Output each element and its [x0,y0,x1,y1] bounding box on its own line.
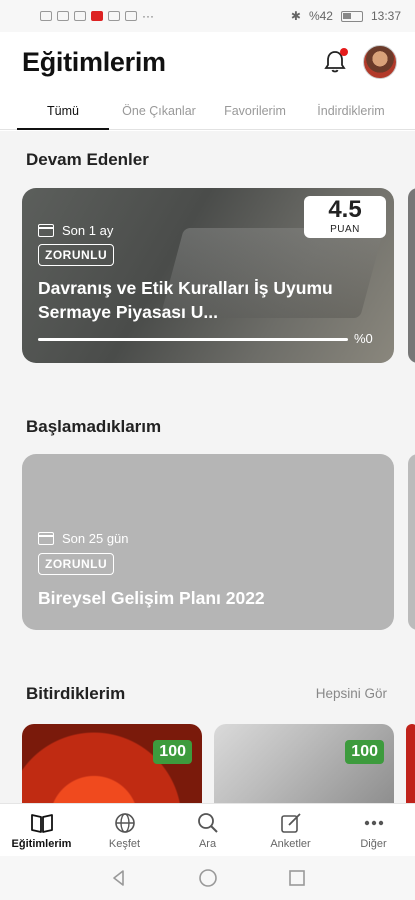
course-title: Davranış ve Etik Kuralları İş Uyumu Serm… [38,278,333,322]
section-title-in-progress: Devam Edenler [26,150,149,169]
edit-icon [280,812,301,833]
finished-course-card-peek[interactable] [406,724,415,804]
progress-bar [38,338,348,341]
app-notification-icon [91,11,103,21]
nav-more[interactable]: Diğer [332,804,415,856]
rating-label: PUAN [330,224,360,235]
battery-percent: %42 [308,9,333,23]
score-badge: 100 [153,740,192,764]
more-notifications-icon: ··· [142,9,154,23]
nav-discover[interactable]: Keşfet [83,804,166,856]
notification-dot [340,48,348,56]
course-card-not-started[interactable]: Son 25 gün ZORUNLU Bireysel Gelişim Plan… [22,454,394,630]
page-title: Eğitimlerim [22,46,166,77]
header-actions [321,45,397,79]
finished-course-card[interactable]: 100 [22,724,202,804]
back-icon[interactable] [110,869,128,887]
app-header: Eğitimlerim [0,32,415,92]
course-time: Son 25 gün [38,531,129,546]
search-icon [197,812,218,833]
nav-label: Ara [198,837,217,850]
finished-course-card[interactable]: 100 [214,724,394,804]
message-icon [74,11,86,21]
system-nav-bar [0,856,415,900]
more-icon [364,820,383,825]
course-time-label: Son 1 ay [62,223,114,238]
tab-downloads[interactable]: İndirdiklerim [301,92,401,129]
nav-label: Diğer [360,837,387,850]
nav-my-trainings[interactable]: Eğitimlerim [0,804,83,856]
calendar-icon [38,224,54,237]
required-badge: ZORUNLU [38,553,115,575]
score-badge: 100 [345,740,384,764]
rating-box: 4.5 PUAN [304,196,386,238]
nav-search[interactable]: Ara [166,804,249,856]
course-time: Son 1 ay [38,223,113,238]
rating-value: 4.5 [328,196,362,223]
nav-label: Keşfet [108,837,141,850]
section-title-not-started: Başlamadıklarım [26,417,162,436]
course-card-in-progress[interactable]: Son 1 ay ZORUNLU Davranış ve Etik Kurall… [22,188,394,363]
nav-label: Eğitimlerim [11,837,72,850]
tab-all[interactable]: Tümü [17,92,109,130]
tab-favorites[interactable]: Favorilerim [209,92,301,129]
nav-surveys[interactable]: Anketler [249,804,332,856]
next-card-peek[interactable] [408,454,415,630]
see-all-link[interactable]: Hepsini Gör [316,686,387,701]
battery-icon [340,10,363,22]
course-title: Bireysel Gelişim Planı 2022 [38,588,265,608]
gallery-icon [125,11,137,21]
status-icons-left: ··· [40,9,154,23]
avatar[interactable] [363,45,397,79]
status-bar: ··· ✱ %42 13:37 [0,0,415,32]
progress-text: %0 [354,331,373,346]
sim-icon [40,11,52,21]
recents-icon[interactable] [288,869,306,887]
bottom-nav: Eğitimlerim Keşfet Ara Anketler Diğer [0,803,415,856]
heart-icon [108,11,120,21]
section-title-finished: Bitirdiklerim [26,684,126,703]
globe-icon [114,812,135,833]
course-time-label: Son 25 gün [62,531,129,546]
nav-label: Anketler [270,837,311,850]
home-icon[interactable] [198,868,218,888]
status-icons-right: ✱ %42 13:37 [291,9,401,23]
tab-bar: Tümü Öne Çıkanlar Favorilerim İndirdikle… [0,92,415,130]
next-card-peek[interactable] [408,188,415,363]
notification-bell-button[interactable] [321,48,349,76]
required-badge: ZORUNLU [38,244,115,266]
book-icon [30,813,53,833]
signal-icon [57,11,69,21]
calendar-icon [38,532,54,545]
tab-featured[interactable]: Öne Çıkanlar [109,92,209,129]
clock: 13:37 [370,9,401,23]
bluetooth-icon: ✱ [290,9,301,23]
